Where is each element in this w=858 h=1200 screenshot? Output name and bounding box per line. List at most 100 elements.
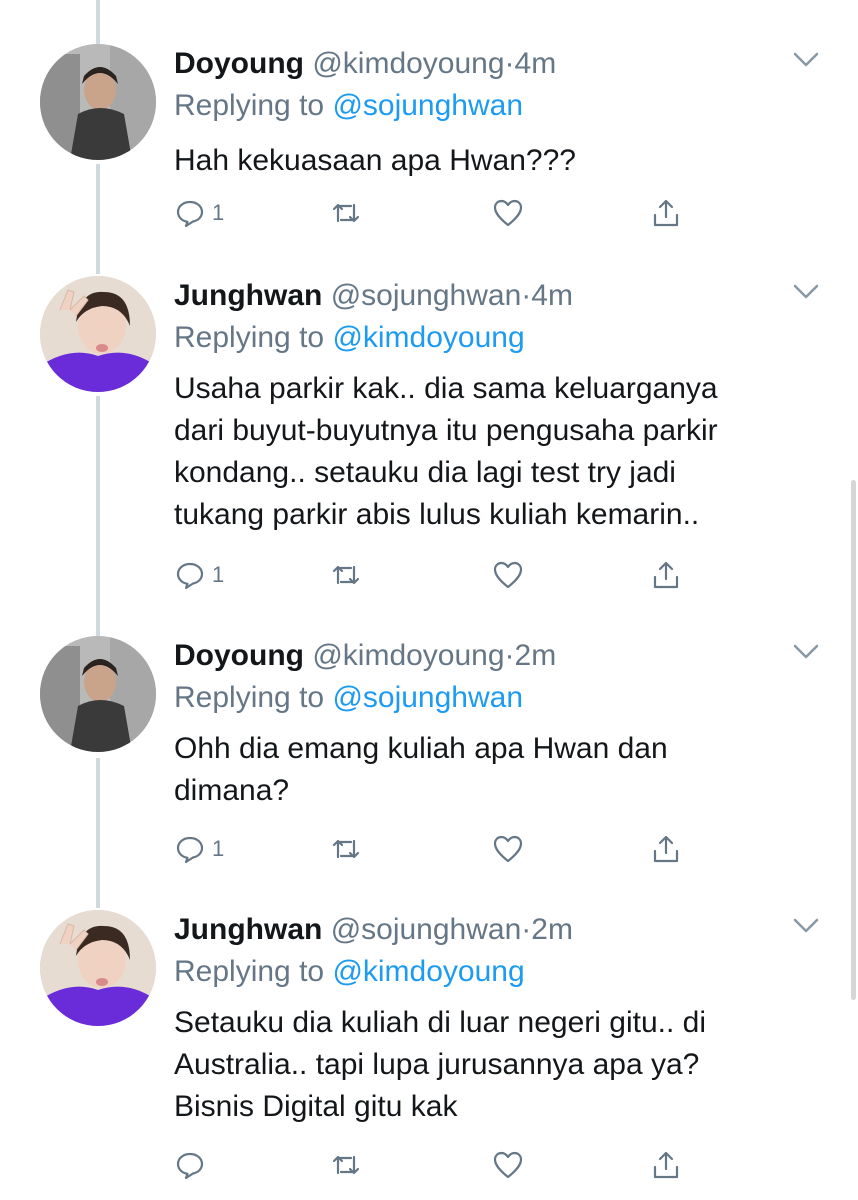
reply-count: 1 (212, 562, 225, 587)
chevron-down-icon[interactable] (792, 50, 820, 70)
display-name[interactable]: Doyoung (174, 47, 304, 80)
retweet-icon (332, 1155, 360, 1175)
timestamp[interactable]: 4m (531, 279, 573, 312)
user-handle[interactable]: @kimdoyoung (312, 639, 504, 672)
separator-dot: · (521, 279, 532, 312)
thread-line (96, 164, 100, 274)
reply-button[interactable]: 1 (174, 196, 224, 230)
chevron-down-icon[interactable] (792, 916, 820, 936)
share-button[interactable] (650, 558, 682, 592)
junghwan-avatar-image (40, 276, 156, 392)
scrollbar[interactable] (851, 480, 856, 1000)
heart-icon (493, 1151, 523, 1179)
retweet-icon (332, 203, 360, 223)
display-name[interactable]: Junghwan (174, 913, 322, 946)
separator-dot: · (504, 47, 515, 80)
tweet-text-line: kondang.. setauku dia lagi test try jadi (174, 456, 676, 489)
replying-mention[interactable]: @kimdoyoung (332, 321, 524, 354)
user-handle[interactable]: @sojunghwan (331, 913, 522, 946)
replying-label: Replying to (174, 89, 325, 122)
timestamp[interactable]: 2m (531, 913, 573, 946)
chevron-down-icon[interactable] (792, 642, 820, 662)
user-handle[interactable]: @kimdoyoung (312, 47, 504, 80)
replying-to: Replying to @sojunghwan (174, 84, 523, 128)
retweet-icon (332, 839, 360, 859)
reply-button[interactable] (174, 1148, 212, 1182)
retweet-icon (332, 565, 360, 585)
tweet-header: Junghwan @sojunghwan·4m (174, 276, 573, 316)
avatar[interactable] (40, 44, 156, 160)
replying-to: Replying to @kimdoyoung (174, 316, 525, 360)
share-icon (653, 199, 679, 227)
share-button[interactable] (650, 832, 682, 866)
share-icon (653, 561, 679, 589)
thread-line (96, 396, 100, 636)
replying-label: Replying to (174, 321, 325, 354)
timestamp[interactable]: 4m (515, 47, 557, 80)
thread-line (96, 758, 100, 908)
avatar[interactable] (40, 276, 156, 392)
doyoung-avatar-image (40, 44, 156, 160)
heart-icon (493, 199, 523, 227)
tweet-header: Junghwan @sojunghwan·2m (174, 910, 573, 950)
replying-to: Replying to @sojunghwan (174, 676, 523, 720)
tweet-header: Doyoung @kimdoyoung·4m (174, 44, 556, 84)
like-button[interactable] (492, 558, 524, 592)
separator-dot: · (504, 639, 515, 672)
reply-icon (176, 836, 204, 864)
tweet-text-line: Australia.. tapi lupa jurusannya apa ya? (174, 1048, 700, 1081)
like-button[interactable] (492, 832, 524, 866)
share-icon (653, 1151, 679, 1179)
reply-count: 1 (212, 200, 225, 225)
share-icon (653, 835, 679, 863)
retweet-button[interactable] (330, 1148, 362, 1182)
reply-icon (176, 200, 204, 228)
thread-line (96, 0, 100, 44)
replying-mention[interactable]: @kimdoyoung (332, 955, 524, 988)
tweet-actions: 1 (174, 558, 734, 592)
tweet-actions (174, 1148, 734, 1182)
heart-icon (493, 561, 523, 589)
doyoung-avatar-image (40, 636, 156, 752)
chevron-down-icon[interactable] (792, 282, 820, 302)
tweet-text-line: dari buyut-buyutnya itu pengusaha parkir (174, 414, 718, 447)
tweet-actions: 1 (174, 196, 734, 230)
junghwan-avatar-image (40, 910, 156, 1026)
tweet-text: Hah kekuasaan apa Hwan??? (174, 140, 814, 182)
heart-icon (493, 835, 523, 863)
replying-mention[interactable]: @sojunghwan (332, 89, 523, 122)
like-button[interactable] (492, 196, 524, 230)
like-button[interactable] (492, 1148, 524, 1182)
timestamp[interactable]: 2m (515, 639, 557, 672)
replying-mention[interactable]: @sojunghwan (332, 681, 523, 714)
tweet-text: Ohh dia emang kuliah apa Hwan dan dimana… (174, 728, 814, 812)
tweet-text-line: tukang parkir abis lulus kuliah kemarin.… (174, 498, 700, 531)
share-button[interactable] (650, 196, 682, 230)
tweet-text-line: Ohh dia emang kuliah apa Hwan dan (174, 732, 668, 765)
tweet-text-line: Bisnis Digital gitu kak (174, 1090, 458, 1123)
tweet-text-line: Setauku dia kuliah di luar negeri gitu..… (174, 1006, 707, 1039)
tweet-header: Doyoung @kimdoyoung·2m (174, 636, 556, 676)
tweet-text: Setauku dia kuliah di luar negeri gitu..… (174, 1002, 814, 1128)
retweet-button[interactable] (330, 832, 362, 866)
reply-icon (176, 562, 204, 590)
share-button[interactable] (650, 1148, 682, 1182)
avatar[interactable] (40, 636, 156, 752)
retweet-button[interactable] (330, 558, 362, 592)
retweet-button[interactable] (330, 196, 362, 230)
tweet-text-line: Usaha parkir kak.. dia sama keluarganya (174, 372, 718, 405)
user-handle[interactable]: @sojunghwan (331, 279, 522, 312)
tweet-actions: 1 (174, 832, 734, 866)
avatar[interactable] (40, 910, 156, 1026)
tweet-text-line: dimana? (174, 774, 290, 807)
tweet-text-line: Hah kekuasaan apa Hwan??? (174, 144, 576, 177)
replying-to: Replying to @kimdoyoung (174, 950, 525, 994)
reply-icon (176, 1152, 204, 1180)
reply-button[interactable]: 1 (174, 558, 224, 592)
reply-button[interactable]: 1 (174, 832, 224, 866)
display-name[interactable]: Doyoung (174, 639, 304, 672)
separator-dot: · (521, 913, 532, 946)
replying-label: Replying to (174, 681, 325, 714)
display-name[interactable]: Junghwan (174, 279, 322, 312)
reply-count: 1 (212, 836, 225, 861)
